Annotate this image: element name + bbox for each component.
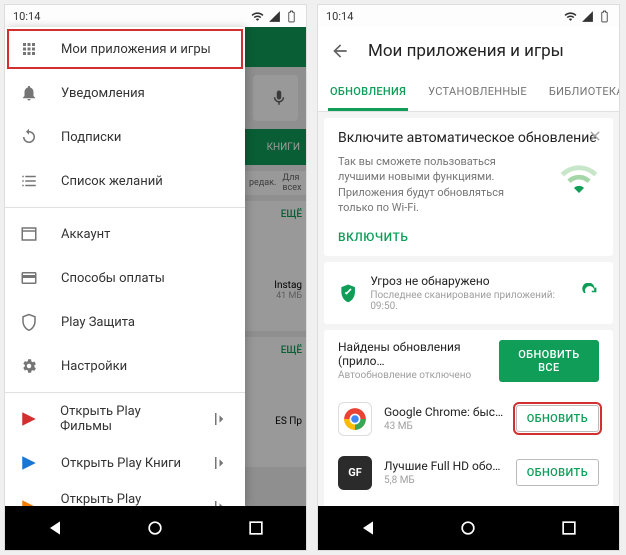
found-sub: Автообновление отключено bbox=[338, 370, 499, 381]
open-external-icon bbox=[211, 497, 231, 506]
update-button[interactable]: ОБНОВИТЬ bbox=[516, 405, 599, 432]
nav-back-icon[interactable] bbox=[45, 518, 65, 538]
drawer-item-wishlist[interactable]: Список желаний bbox=[5, 159, 245, 203]
drawer-item-label: Открыть Play Музыку bbox=[61, 492, 190, 506]
open-external-icon bbox=[211, 453, 231, 473]
refresh-icon[interactable] bbox=[581, 283, 599, 303]
gear-icon bbox=[19, 356, 39, 376]
tab-installed[interactable]: УСТАНОВЛЕННЫЕ bbox=[426, 75, 529, 111]
app-row[interactable]: Google Диск 31 ОБНОВИТЬ bbox=[324, 500, 613, 506]
tabs: ОБНОВЛЕНИЯ УСТАНОВЛЕННЫЕ БИБЛИОТЕКА bbox=[318, 75, 619, 112]
drawer-item-music[interactable]: Открыть Play Музыку bbox=[5, 485, 245, 506]
drawer-item-label: Мои приложения и игры bbox=[61, 42, 211, 57]
nav-recent-icon[interactable] bbox=[559, 518, 579, 538]
app-name: Лучшие Full HD обои GoodFon… bbox=[384, 459, 504, 473]
wifi-art-icon bbox=[559, 158, 599, 198]
bell-icon bbox=[19, 83, 39, 103]
drawer-item-account[interactable]: Аккаунт bbox=[5, 212, 245, 256]
close-icon[interactable] bbox=[587, 128, 603, 144]
page-header: Мои приложения и игры bbox=[318, 27, 619, 75]
status-icons bbox=[564, 10, 611, 23]
card-title: Включите автоматическое обновление bbox=[338, 130, 599, 146]
wifi-icon bbox=[564, 10, 577, 23]
list-icon bbox=[19, 171, 39, 191]
update-all-button[interactable]: ОБНОВИТЬ ВСЕ bbox=[499, 340, 599, 382]
phone-right: 10:14 Мои приложения и игры ОБНОВЛЕНИЯ У… bbox=[317, 4, 620, 551]
drawer-item-label: Настройки bbox=[61, 359, 127, 374]
drawer-item-my-apps[interactable]: Мои приложения и игры bbox=[5, 27, 245, 71]
nav-bar bbox=[5, 506, 306, 550]
drawer-item-label: Аккаунт bbox=[61, 227, 110, 242]
page-title: Мои приложения и игры bbox=[368, 41, 564, 61]
wifi-icon bbox=[251, 10, 264, 23]
updates-found-card: Найдены обновления (прило… Автообновлени… bbox=[324, 330, 613, 506]
drawer-item-movies[interactable]: Открыть Play Фильмы bbox=[5, 397, 245, 441]
play-music-icon bbox=[19, 497, 39, 506]
mic-icon bbox=[270, 89, 288, 107]
nav-home-icon[interactable] bbox=[458, 518, 478, 538]
refresh-icon bbox=[19, 127, 39, 147]
drawer-item-protect[interactable]: Play Защита bbox=[5, 300, 245, 344]
signal-icon bbox=[581, 10, 594, 23]
drawer-item-subscriptions[interactable]: Подписки bbox=[5, 115, 245, 159]
drawer-item-label: Способы оплаты bbox=[61, 271, 165, 286]
drawer-item-label: Уведомления bbox=[61, 86, 145, 101]
play-movies-icon bbox=[19, 409, 38, 429]
account-icon bbox=[19, 224, 39, 244]
app-row[interactable]: GF Лучшие Full HD обои GoodFon… 5,8 МБ О… bbox=[324, 446, 613, 500]
battery-icon bbox=[598, 10, 611, 23]
found-title: Найдены обновления (прило… bbox=[338, 340, 499, 368]
open-external-icon bbox=[212, 409, 231, 429]
drawer-item-label: Список желаний bbox=[61, 174, 163, 189]
tab-updates[interactable]: ОБНОВЛЕНИЯ bbox=[328, 75, 408, 111]
chrome-icon bbox=[338, 402, 372, 436]
tab-library[interactable]: БИБЛИОТЕКА bbox=[547, 75, 620, 111]
shield-check-icon bbox=[338, 282, 358, 304]
status-bar: 10:14 bbox=[5, 5, 306, 27]
nav-home-icon[interactable] bbox=[145, 518, 165, 538]
content: Включите автоматическое обновление Так в… bbox=[318, 112, 619, 506]
card-icon bbox=[19, 268, 39, 288]
status-time: 10:14 bbox=[326, 10, 353, 23]
drawer-item-label: Play Защита bbox=[61, 315, 135, 330]
status-icons bbox=[251, 10, 298, 23]
status-bar: 10:14 bbox=[318, 5, 619, 27]
scan-title: Угроз не обнаружено bbox=[370, 274, 568, 288]
drawer-item-settings[interactable]: Настройки bbox=[5, 344, 245, 388]
enable-button[interactable]: ВКЛЮЧИТЬ bbox=[338, 230, 599, 244]
app-size: 5,8 МБ bbox=[384, 475, 504, 486]
app-name: Google Chrome: быстрый брауз… bbox=[384, 405, 504, 419]
drawer-item-label: Открыть Play Книги bbox=[61, 456, 181, 471]
play-books-icon bbox=[19, 453, 39, 473]
drawer-item-label: Открыть Play Фильмы bbox=[60, 404, 190, 434]
auto-update-card: Включите автоматическое обновление Так в… bbox=[324, 118, 613, 256]
navigation-drawer: Мои приложения и игры Уведомления Подпис… bbox=[5, 27, 245, 506]
battery-icon bbox=[285, 10, 298, 23]
nav-recent-icon[interactable] bbox=[246, 518, 266, 538]
drawer-item-books[interactable]: Открыть Play Книги bbox=[5, 441, 245, 485]
scan-sub: Последнее сканирование приложений: 09:50… bbox=[370, 290, 568, 312]
app-size: 43 МБ bbox=[384, 421, 504, 432]
drawer-item-payment[interactable]: Способы оплаты bbox=[5, 256, 245, 300]
nav-back-icon[interactable] bbox=[358, 518, 378, 538]
apps-icon bbox=[19, 39, 39, 59]
back-arrow-icon[interactable] bbox=[330, 41, 350, 61]
card-body: Так вы сможете пользоваться лучшими новы… bbox=[338, 154, 508, 216]
drawer-backdrop: КНИГИ редак.Для всех ЕЩЁ Instag 41 МБ ЕЩ… bbox=[245, 27, 306, 506]
scan-card: Угроз не обнаружено Последнее сканирован… bbox=[324, 262, 613, 324]
signal-icon bbox=[268, 10, 281, 23]
status-time: 10:14 bbox=[13, 10, 40, 23]
shield-icon bbox=[19, 312, 39, 332]
goodfon-icon: GF bbox=[338, 456, 372, 490]
drawer-item-label: Подписки bbox=[61, 130, 121, 145]
nav-bar bbox=[318, 506, 619, 550]
app-row[interactable]: Google Chrome: быстрый брауз… 43 МБ ОБНО… bbox=[324, 392, 613, 446]
phone-left: 10:14 КНИГИ редак.Для всех ЕЩЁ Instag 41… bbox=[4, 4, 307, 551]
drawer-item-notifications[interactable]: Уведомления bbox=[5, 71, 245, 115]
update-button[interactable]: ОБНОВИТЬ bbox=[516, 459, 599, 486]
